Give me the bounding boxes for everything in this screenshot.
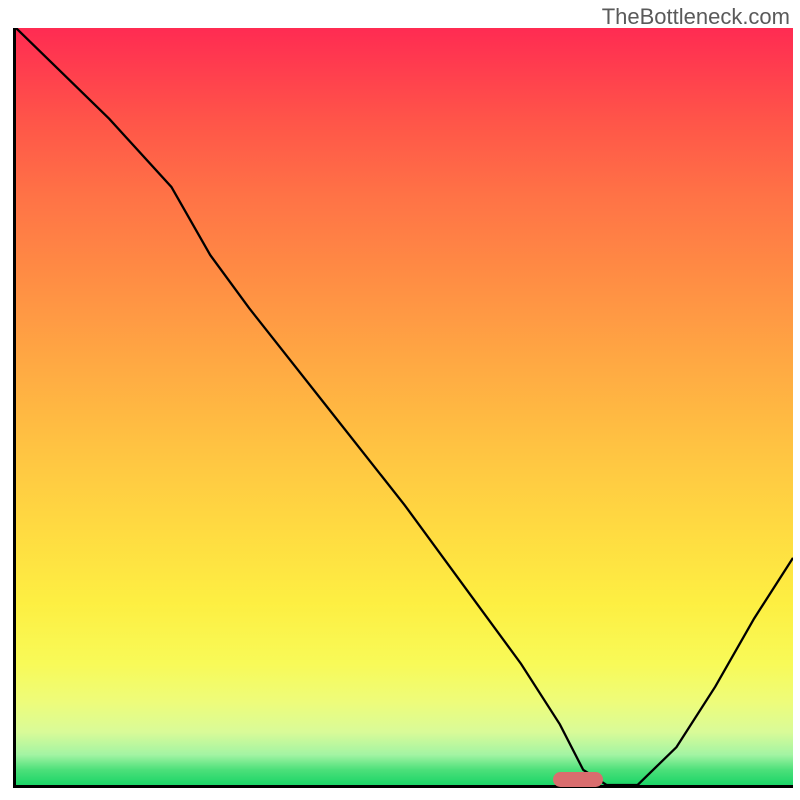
- curve-svg: [16, 28, 793, 785]
- bottleneck-curve-path: [16, 28, 793, 785]
- chart-container: TheBottleneck.com: [0, 0, 800, 800]
- optimal-marker: [553, 772, 603, 787]
- plot-area: [13, 28, 793, 788]
- watermark-text: TheBottleneck.com: [602, 4, 790, 30]
